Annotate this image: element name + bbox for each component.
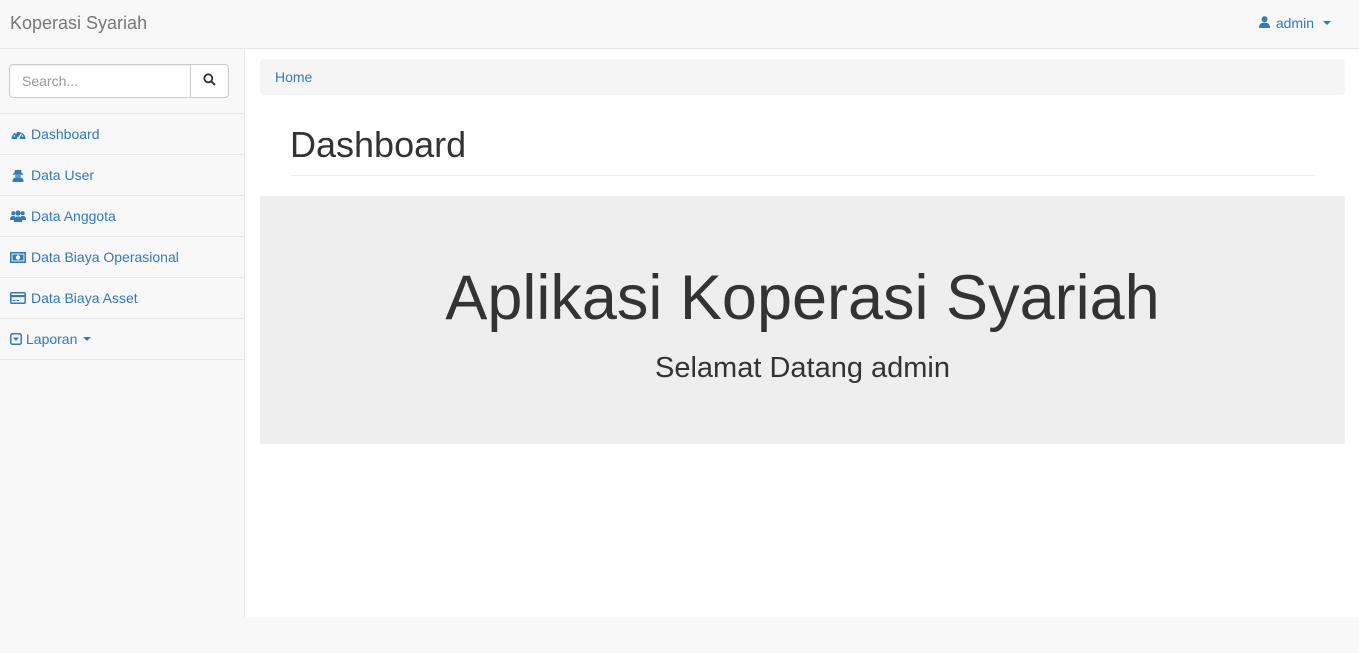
navbar-brand[interactable]: Koperasi Syariah bbox=[10, 13, 147, 33]
sidebar-search bbox=[0, 49, 244, 114]
sidebar: Dashboard Data User Data Anggota Data Bi… bbox=[0, 49, 245, 617]
sidebar-item-data-anggota[interactable]: Data Anggota bbox=[0, 196, 244, 237]
sidebar-item-data-user[interactable]: Data User bbox=[0, 155, 244, 196]
jumbotron: Aplikasi Koperasi Syariah Selamat Datang… bbox=[260, 196, 1345, 444]
dashboard-icon bbox=[10, 127, 26, 141]
credit-card-icon bbox=[10, 291, 26, 305]
search-icon bbox=[203, 73, 216, 89]
search-input[interactable] bbox=[9, 64, 191, 98]
search-button[interactable] bbox=[190, 64, 229, 98]
user-secret-icon bbox=[10, 168, 26, 182]
sidebar-item-laporan[interactable]: Laporan bbox=[0, 319, 244, 360]
sidebar-item-label: Data Biaya Operasional bbox=[31, 249, 179, 265]
sidebar-item-label: Dashboard bbox=[31, 126, 100, 142]
user-dropdown[interactable]: admin bbox=[1258, 15, 1331, 31]
money-icon bbox=[10, 250, 26, 264]
user-label: admin bbox=[1275, 15, 1314, 31]
sidebar-item-label: Data User bbox=[31, 167, 95, 183]
page-title: Dashboard bbox=[290, 124, 467, 165]
breadcrumb: Home bbox=[260, 59, 1345, 95]
sidebar-item-data-biaya-operasional[interactable]: Data Biaya Operasional bbox=[0, 237, 244, 278]
main-content: Home Dashboard Aplikasi Koperasi Syariah… bbox=[245, 49, 1359, 617]
top-navbar: Koperasi Syariah admin bbox=[0, 0, 1359, 49]
users-icon bbox=[10, 209, 26, 223]
chevron-down-icon bbox=[83, 337, 92, 341]
chevron-down-icon bbox=[1323, 21, 1331, 25]
sidebar-item-label: Data Biaya Asset bbox=[31, 290, 138, 306]
sidebar-item-label: Data Anggota bbox=[31, 208, 116, 224]
user-icon bbox=[1258, 15, 1270, 31]
jumbotron-subtitle: Selamat Datang admin bbox=[655, 352, 950, 384]
jumbotron-title: Aplikasi Koperasi Syariah bbox=[445, 263, 1160, 333]
sidebar-item-dashboard[interactable]: Dashboard bbox=[0, 114, 244, 155]
page-header: Dashboard bbox=[290, 125, 1315, 176]
sidebar-item-label: Laporan bbox=[26, 331, 78, 347]
breadcrumb-home-link[interactable]: Home bbox=[275, 69, 312, 85]
sidebar-item-data-biaya-asset[interactable]: Data Biaya Asset bbox=[0, 278, 244, 319]
caret-square-down-icon bbox=[10, 332, 22, 346]
